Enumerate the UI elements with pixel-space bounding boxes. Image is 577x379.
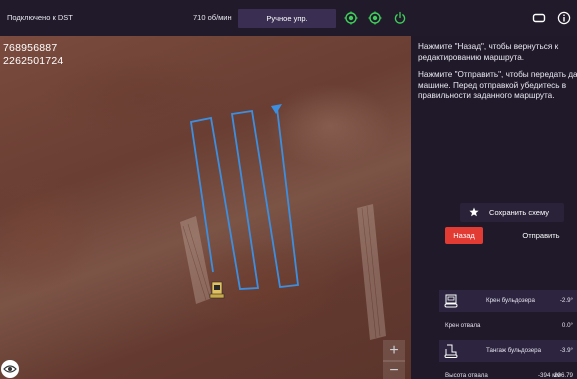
- rpm-readout: 710 об/мин: [193, 13, 232, 22]
- coordinate-readout: 2262501724: [3, 55, 64, 67]
- zoom-in-button[interactable]: +: [383, 340, 405, 362]
- bulldozer-icon: [444, 344, 458, 358]
- gps-target-icon[interactable]: [368, 11, 382, 25]
- top-bar: Подключено к DST 710 об/мин Ручное упр.: [0, 0, 577, 36]
- save-scheme-button[interactable]: Сохранить схему: [460, 203, 564, 222]
- bulldozer-marker[interactable]: [209, 281, 225, 299]
- coordinate-readout: 768956887: [3, 42, 58, 54]
- visibility-toggle[interactable]: [1, 360, 19, 378]
- field-stripes-right: [357, 204, 386, 340]
- route-confirm-panel: Нажмите "Назад", чтобы вернуться к редак…: [411, 36, 577, 379]
- bulldozer-icon: [444, 294, 458, 308]
- bulldozer-pitch-row: Тангаж бульдозера -3.9°: [439, 340, 577, 362]
- info-icon[interactable]: [557, 11, 571, 25]
- eye-icon: [3, 365, 17, 373]
- blade-height-row: Высота отвала -394 мм 206.79: [445, 372, 573, 379]
- satellite-map[interactable]: 768956887 2262501724 + −: [0, 36, 411, 379]
- bulldozer-roll-row: Крен бульдозера -2.9°: [439, 290, 577, 312]
- zoom-out-button[interactable]: −: [383, 360, 405, 379]
- star-icon: [469, 207, 479, 217]
- connection-status: Подключено к DST: [7, 13, 73, 22]
- gps-target-icon[interactable]: [344, 11, 358, 25]
- send-instruction: Нажмите "Отправить", чтобы передать да м…: [418, 70, 577, 100]
- send-button[interactable]: Отправить: [511, 227, 571, 244]
- route-path: [189, 107, 300, 290]
- route-end-marker: [271, 104, 282, 114]
- manual-control-button[interactable]: Ручное упр.: [238, 9, 336, 28]
- blade-roll-row: Крен отвала 0.0°: [445, 322, 573, 329]
- back-button[interactable]: Назад: [445, 227, 483, 244]
- map-overlay: [180, 104, 386, 340]
- back-instruction: Нажмите "Назад", чтобы вернуться к редак…: [418, 42, 559, 62]
- power-icon[interactable]: [393, 11, 407, 25]
- display-icon[interactable]: [532, 11, 546, 25]
